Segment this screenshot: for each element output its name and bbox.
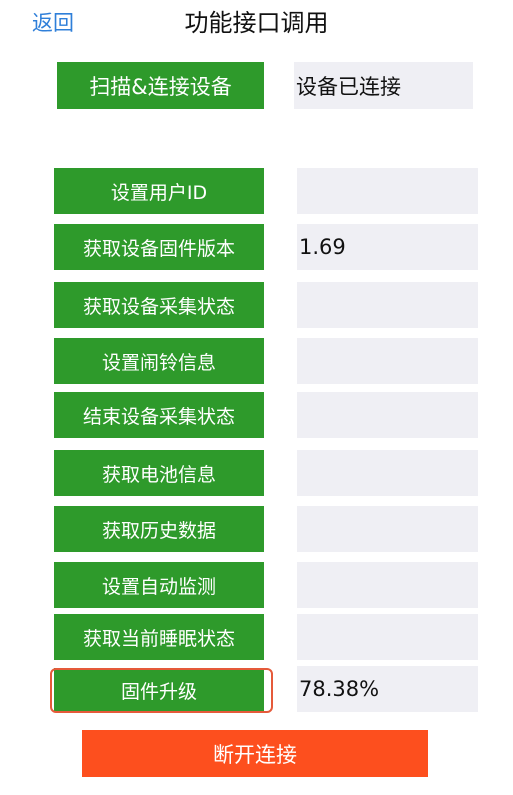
disconnect-button[interactable]: 断开连接 xyxy=(82,730,428,777)
end-collection-button[interactable]: 结束设备采集状态 xyxy=(54,392,264,438)
set-auto-monitor-button[interactable]: 设置自动监测 xyxy=(54,562,264,608)
scan-connect-button[interactable]: 扫描&连接设备 xyxy=(57,62,264,109)
firmware-upgrade-progress: 78.38% xyxy=(297,666,478,712)
get-firmware-version-button[interactable]: 获取设备固件版本 xyxy=(54,224,264,270)
set-user-id-result xyxy=(297,168,478,214)
alarm-result xyxy=(297,338,478,384)
get-battery-info-button[interactable]: 获取电池信息 xyxy=(54,450,264,496)
page-title: 功能接口调用 xyxy=(184,9,329,37)
collection-status-result xyxy=(297,282,478,328)
get-sleep-status-button[interactable]: 获取当前睡眠状态 xyxy=(54,614,264,660)
get-collection-status-button[interactable]: 获取设备采集状态 xyxy=(54,282,264,328)
set-user-id-button[interactable]: 设置用户ID xyxy=(54,168,264,214)
end-collection-result xyxy=(297,392,478,438)
history-data-result xyxy=(297,506,478,552)
get-history-data-button[interactable]: 获取历史数据 xyxy=(54,506,264,552)
sleep-status-result xyxy=(297,614,478,660)
firmware-upgrade-highlight xyxy=(50,668,273,713)
auto-monitor-result xyxy=(297,562,478,608)
firmware-version-result: 1.69 xyxy=(297,224,478,270)
set-alarm-button[interactable]: 设置闹铃信息 xyxy=(54,338,264,384)
battery-info-result xyxy=(297,450,478,496)
connection-status-field: 设备已连接 xyxy=(294,62,473,109)
